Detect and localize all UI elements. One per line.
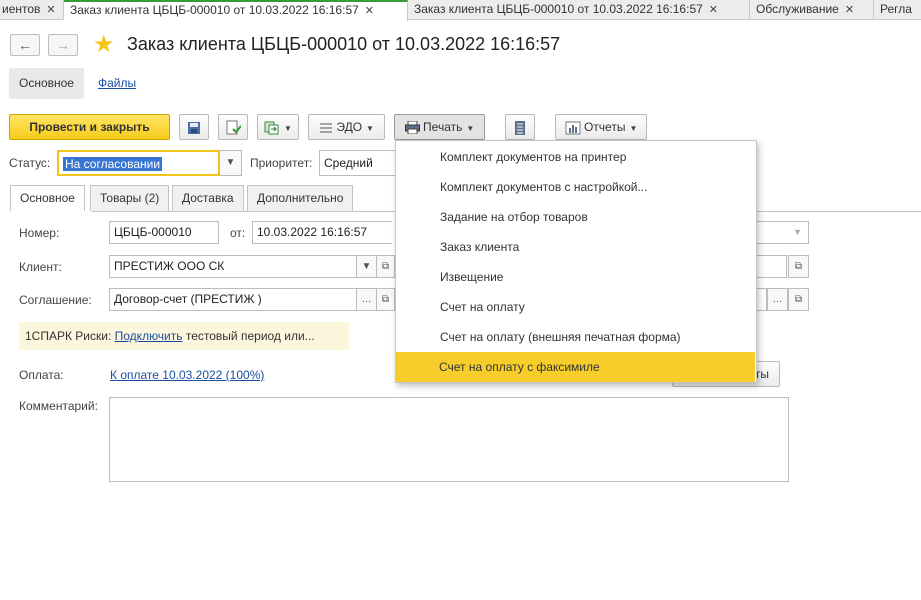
payment-label: Оплата: — [19, 368, 64, 382]
close-icon[interactable]: ✕ — [365, 5, 374, 17]
edo-icon — [320, 123, 333, 133]
priority-select[interactable]: Средний — [319, 150, 399, 176]
status-value: На согласовании — [63, 157, 163, 171]
document-post-icon — [226, 120, 241, 135]
chevron-down-icon: ▼ — [284, 124, 292, 133]
tab-additional[interactable]: Дополнительно — [247, 185, 354, 211]
select-button[interactable]: … — [767, 288, 788, 311]
create-based-on-icon — [264, 121, 279, 135]
number-field[interactable]: ЦБЦБ-000010 — [109, 221, 219, 244]
tab-files[interactable]: Файлы — [88, 68, 146, 99]
menu-item-notice[interactable]: Извещение — [397, 262, 755, 292]
tab-main[interactable]: Основное — [9, 68, 84, 99]
print-button[interactable]: Печать ▼ — [394, 114, 485, 140]
agreement-field[interactable]: Договор-счет (ПРЕСТИЖ ) — [109, 288, 357, 311]
window-tab-order[interactable]: Заказ клиента ЦБЦБ-000010 от 10.03.2022 … — [408, 0, 750, 20]
window-tab-label: Регла — [880, 2, 912, 16]
menu-item-invoice-facsimile[interactable]: Счет на оплату с факсимиле — [396, 352, 755, 382]
chevron-down-icon: ▼ — [629, 124, 638, 133]
payment-link[interactable]: К оплате 10.03.2022 (100%) — [110, 368, 264, 382]
comment-textarea[interactable] — [109, 397, 789, 482]
star-icon[interactable]: ★ — [93, 33, 115, 57]
post-button[interactable] — [218, 114, 248, 140]
forward-button[interactable]: → — [48, 34, 78, 56]
client-field[interactable]: ПРЕСТИЖ ООО СК — [109, 255, 357, 278]
status-label: Статус: — [9, 156, 51, 170]
spark-risks-banner: 1СПАРК Риски: Подключить тестовый период… — [19, 322, 349, 350]
tab-delivery[interactable]: Доставка — [172, 185, 244, 211]
date-from-label: от: — [230, 226, 246, 240]
list-button[interactable] — [505, 114, 535, 140]
reports-icon — [565, 121, 581, 135]
number-label: Номер: — [19, 226, 60, 240]
create-based-on-button[interactable]: ▼ — [257, 114, 299, 140]
chevron-down-icon: ▼ — [225, 157, 236, 168]
reports-label: Отчеты — [583, 120, 626, 134]
back-button[interactable]: ← — [10, 34, 40, 56]
open-button[interactable]: ⧉ — [788, 255, 809, 278]
menu-item-docset-settings[interactable]: Комплект документов с настройкой... — [397, 172, 755, 202]
ellipsis-icon: … — [772, 294, 783, 305]
print-menu: Комплект документов на принтер Комплект … — [395, 140, 757, 383]
window-tab-regl[interactable]: Регла — [874, 0, 921, 20]
arrow-right-icon: → — [56, 37, 70, 53]
menu-item-picking-task[interactable]: Задание на отбор товаров — [397, 202, 755, 232]
chevron-down-icon: ▼ — [466, 124, 475, 133]
spark-connect-link[interactable]: Подключить — [115, 329, 183, 343]
status-select[interactable]: На согласовании — [57, 150, 220, 176]
arrow-left-icon: ← — [18, 37, 32, 53]
ellipsis-icon: … — [361, 294, 372, 305]
client-open-button[interactable]: ⧉ — [376, 255, 395, 278]
right-field-tail[interactable] — [757, 288, 767, 311]
print-label: Печать — [423, 120, 463, 134]
window-tab-order-active[interactable]: Заказ клиента ЦБЦБ-000010 от 10.03.2022 … — [64, 0, 408, 21]
spark-prefix: 1СПАРК Риски: — [25, 329, 112, 343]
tab-main-form[interactable]: Основное — [10, 185, 85, 212]
printer-icon — [404, 121, 420, 135]
spark-suffix: тестовый период или... — [185, 329, 315, 343]
window-tab-label: Заказ клиента ЦБЦБ-000010 от 10.03.2022 … — [414, 2, 703, 16]
right-field-tail[interactable] — [757, 255, 787, 278]
menu-item-invoice-external[interactable]: Счет на оплату (внешняя печатная форма) — [397, 322, 755, 352]
agreement-select-button[interactable]: … — [356, 288, 377, 311]
open-icon: ⧉ — [794, 261, 803, 272]
list-icon — [515, 120, 525, 135]
reports-button[interactable]: Отчеты ▼ — [555, 114, 647, 140]
status-dropdown-button[interactable]: ▼ — [219, 150, 242, 176]
date-field[interactable]: 10.03.2022 16:16:57 — [252, 221, 392, 244]
open-button[interactable]: ⧉ — [788, 288, 809, 311]
right-field-tail[interactable]: ▼ — [757, 221, 809, 244]
agreement-open-button[interactable]: ⧉ — [376, 288, 395, 311]
close-icon[interactable]: ✕ — [845, 4, 854, 16]
page-title: Заказ клиента ЦБЦБ-000010 от 10.03.2022 … — [127, 34, 561, 54]
window-tab-label: Заказ клиента ЦБЦБ-000010 от 10.03.2022 … — [70, 3, 359, 17]
edo-button[interactable]: ЭДО ▼ — [308, 114, 385, 140]
open-icon: ⧉ — [381, 261, 390, 272]
open-icon: ⧉ — [794, 294, 803, 305]
client-label: Клиент: — [19, 260, 62, 274]
close-icon[interactable]: ✕ — [709, 4, 718, 16]
menu-item-client-order[interactable]: Заказ клиента — [397, 232, 755, 262]
close-icon[interactable]: ✕ — [46, 4, 55, 16]
menu-item-docset-printer[interactable]: Комплект документов на принтер — [397, 142, 755, 172]
post-and-close-button[interactable]: Провести и закрыть — [9, 114, 170, 140]
priority-label: Приоритет: — [250, 156, 313, 170]
active-tab-gap — [10, 211, 92, 213]
agreement-label: Соглашение: — [19, 293, 92, 307]
save-button[interactable] — [179, 114, 209, 140]
window-tab-clients[interactable]: иентов ✕ — [0, 0, 64, 20]
menu-item-invoice[interactable]: Счет на оплату — [397, 292, 755, 322]
save-icon — [188, 121, 200, 134]
open-icon: ⧉ — [381, 294, 390, 305]
edo-label: ЭДО — [336, 120, 363, 134]
chevron-down-icon: ▼ — [366, 124, 374, 133]
window-tab-label: иентов — [2, 2, 41, 16]
chevron-down-icon: ▼ — [361, 261, 372, 272]
client-dropdown-button[interactable]: ▼ — [356, 255, 377, 278]
comment-label: Комментарий: — [19, 399, 98, 413]
window-tab-service[interactable]: Обслуживание ✕ — [750, 0, 874, 20]
window-tab-strip: иентов ✕ Заказ клиента ЦБЦБ-000010 от 10.… — [0, 0, 921, 21]
tab-goods[interactable]: Товары (2) — [90, 185, 170, 211]
window-tab-label: Обслуживание — [756, 2, 839, 16]
